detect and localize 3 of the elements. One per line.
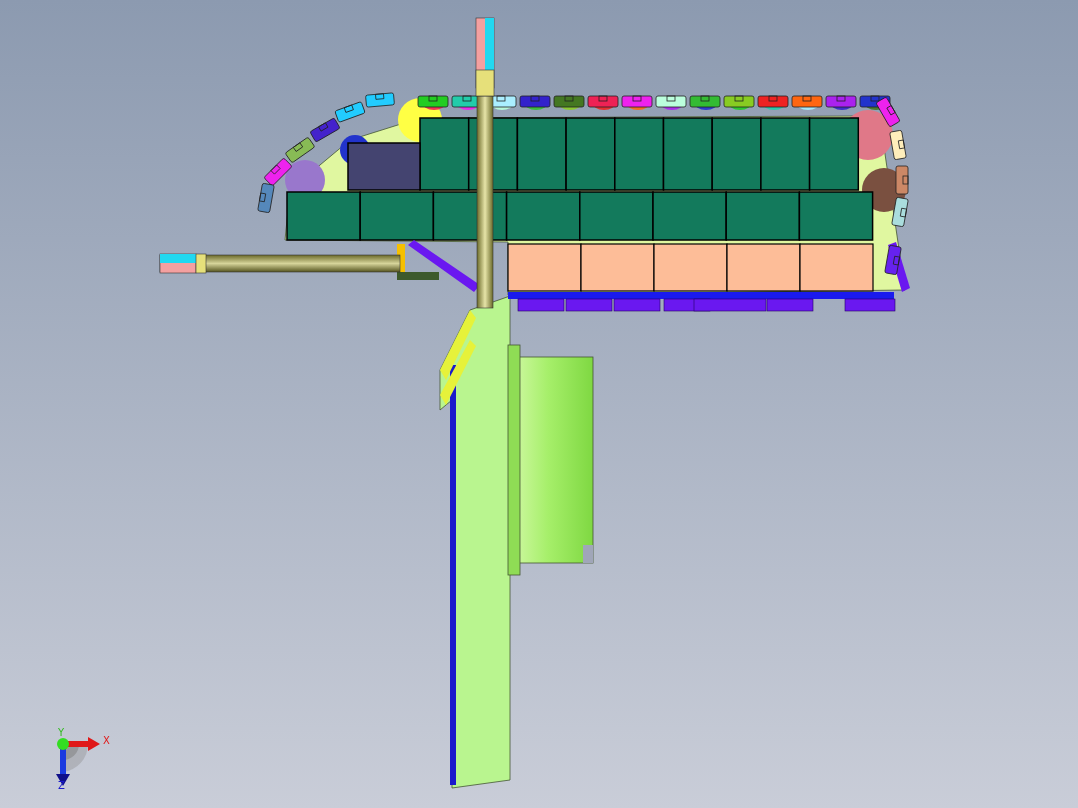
- y-axis-label: Y: [58, 727, 65, 738]
- z-axis-label: Z: [58, 780, 65, 791]
- x-axis-label: X: [103, 735, 110, 746]
